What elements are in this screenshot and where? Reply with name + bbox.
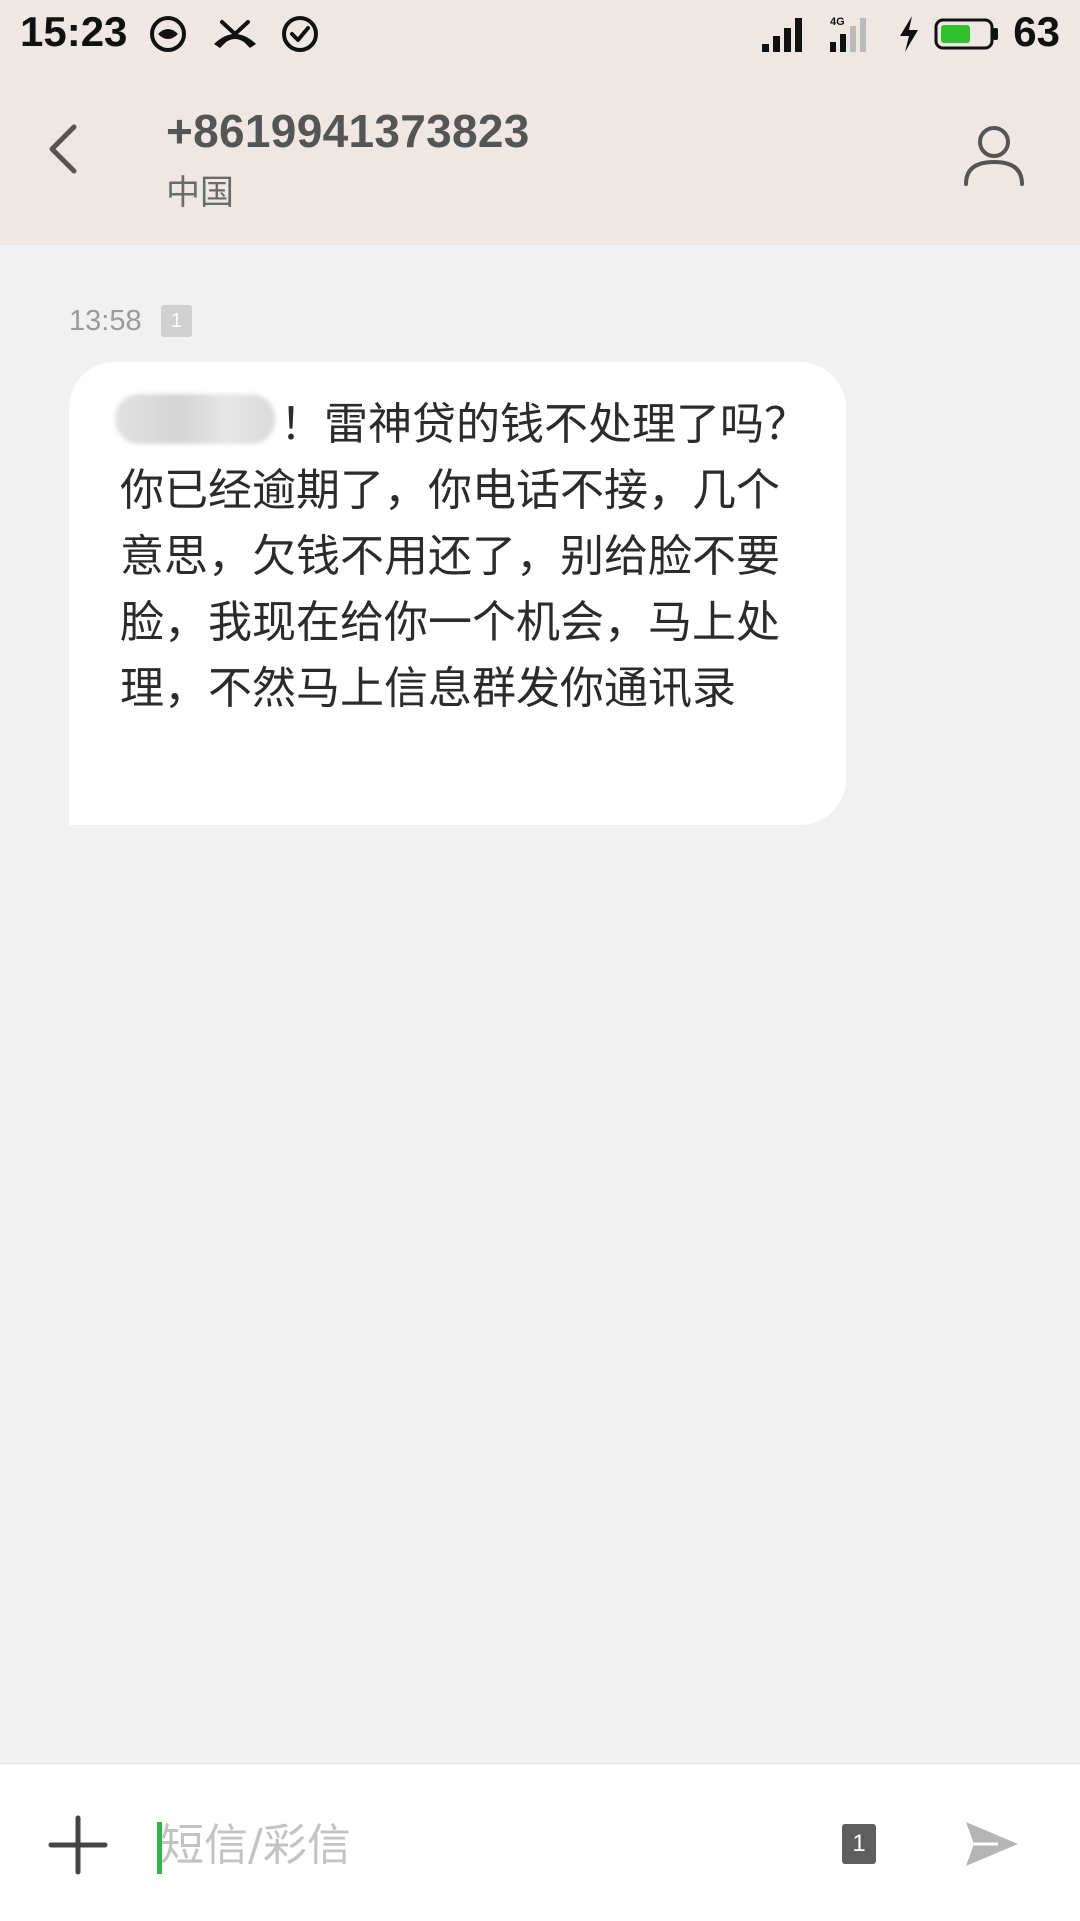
plus-icon[interactable] bbox=[45, 1812, 111, 1878]
conversation-header: +8619941373823 中国 bbox=[0, 68, 1080, 245]
battery-icon bbox=[934, 18, 998, 50]
chevron-left-icon[interactable] bbox=[30, 113, 100, 183]
face-notification-icon bbox=[150, 16, 186, 52]
status-bar: 15:23 4G 63 bbox=[0, 0, 1080, 68]
status-time: 15:23 bbox=[20, 8, 128, 55]
redacted-name bbox=[115, 394, 275, 444]
message-input[interactable] bbox=[160, 1812, 800, 1878]
message-body: ！雷神贷的钱不处理了吗？你已经逾期了，你电话不接，几个意思，欠钱不用还了，别给脸… bbox=[120, 399, 808, 714]
contact-number: +8619941373823 bbox=[166, 105, 530, 157]
top-bar: 15:23 4G 63 +8619941373823 中国 bbox=[0, 0, 1080, 245]
message-timestamp: 13:58 bbox=[69, 305, 142, 337]
charging-icon bbox=[900, 16, 918, 52]
sim-badge: 1 bbox=[161, 305, 192, 337]
incoming-message-bubble[interactable]: ！雷神贷的钱不处理了吗？你已经逾期了，你电话不接，几个意思，欠钱不用还了，别给脸… bbox=[69, 362, 846, 825]
contact-region: 中国 bbox=[166, 173, 234, 213]
svg-text:4G: 4G bbox=[830, 16, 845, 28]
missed-call-icon bbox=[214, 20, 256, 48]
signal-icon bbox=[762, 18, 802, 52]
signal-4g-icon: 4G bbox=[830, 16, 866, 52]
send-icon[interactable] bbox=[962, 1814, 1022, 1874]
check-circle-icon bbox=[282, 16, 318, 52]
message-composer: 1 bbox=[0, 1763, 1080, 1921]
person-icon[interactable] bbox=[958, 118, 1030, 190]
sim-selector-button[interactable]: 1 bbox=[842, 1824, 876, 1864]
battery-percentage: 63 bbox=[1013, 8, 1060, 55]
